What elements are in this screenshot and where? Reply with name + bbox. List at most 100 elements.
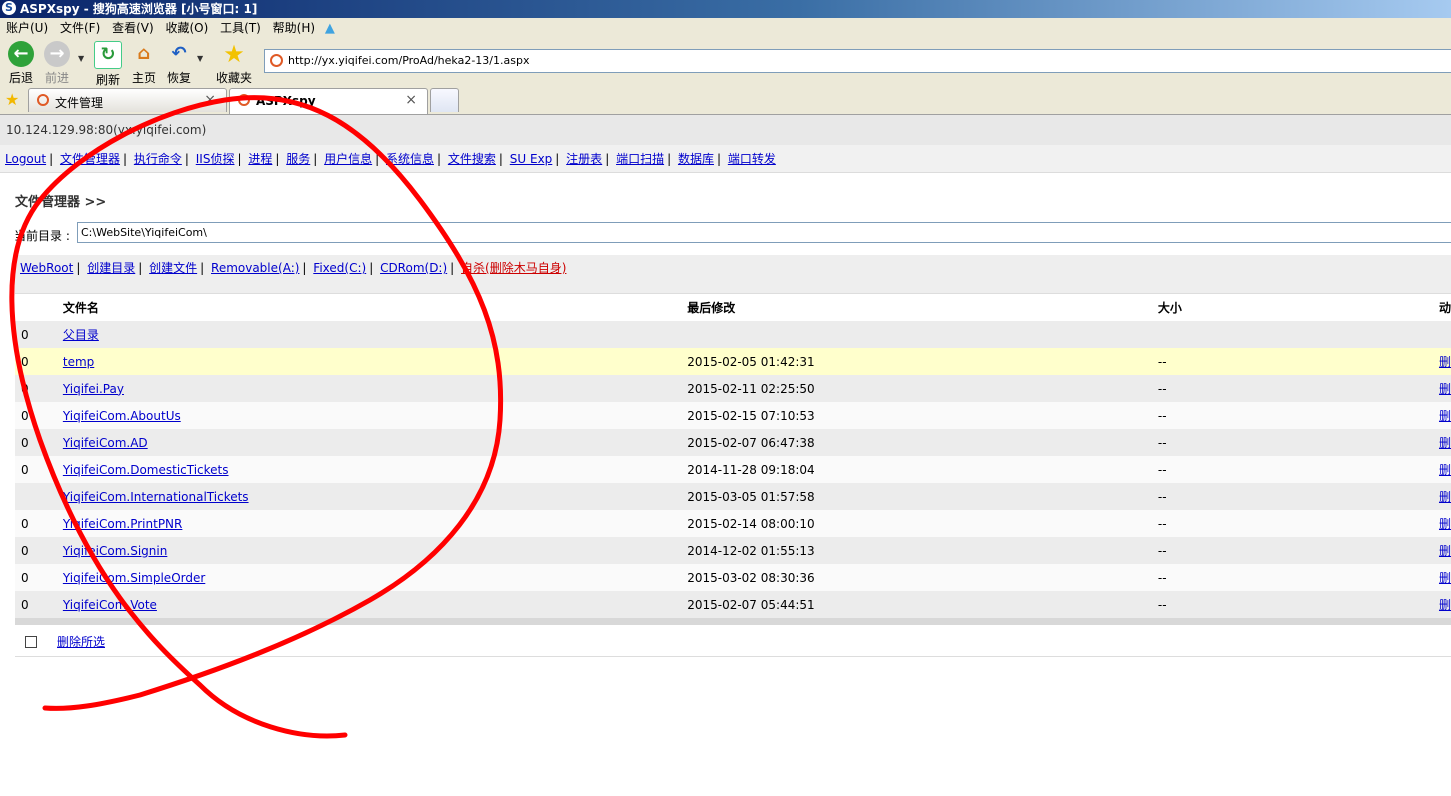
current-dir-label: 当前目录 :: [14, 229, 70, 243]
folder-link[interactable]: YiqifeiCom.AD: [63, 436, 148, 450]
menu-favorites[interactable]: 收藏(O): [166, 18, 209, 39]
row-delete-link[interactable]: 删: [1439, 571, 1451, 585]
window-titlebar: S ASPXspy - 搜狗高速浏览器 [小号窗口: 1]: [0, 0, 1451, 18]
row-delete-link[interactable]: 删: [1439, 382, 1451, 396]
nav-portforward[interactable]: 端口转发: [728, 152, 776, 166]
nav-process[interactable]: 进程: [248, 152, 272, 166]
create-dir-link[interactable]: 创建目录: [87, 261, 135, 275]
page-content: 10.124.129.98:80(yx.yiqifei.com) Logout |…: [0, 115, 1451, 796]
home-icon: ⌂: [137, 43, 151, 64]
tab-favicon-icon: [238, 94, 250, 106]
tab-favicon-icon: [37, 94, 49, 106]
nav-suexp[interactable]: SU Exp: [510, 152, 553, 166]
nav-registry[interactable]: 注册表: [566, 152, 602, 166]
restore-dropdown-icon[interactable]: ▼: [197, 54, 203, 63]
restore-button[interactable]: ↶ 恢复: [165, 41, 193, 86]
nav-userinfo[interactable]: 用户信息: [324, 152, 372, 166]
window-title: ASPXspy - 搜狗高速浏览器 [小号窗口: 1]: [20, 2, 258, 16]
row-delete-link[interactable]: 删: [1439, 517, 1451, 531]
row-delete-link[interactable]: 删: [1439, 544, 1451, 558]
menu-bar: 账户(U) 文件(F) 查看(V) 收藏(O) 工具(T) 帮助(H) ▲: [0, 18, 1451, 39]
row-modified: 2014-11-28 09:18:04: [687, 456, 1158, 483]
folder-link[interactable]: YiqifeiCom.InternationalTickets: [63, 490, 249, 504]
row-modified: 2015-02-07 05:44:51: [687, 591, 1158, 618]
table-row: 0 YiqifeiCom.PrintPNR 2015-02-14 08:00:1…: [15, 510, 1451, 537]
parent-dir-link[interactable]: 父目录: [63, 328, 99, 342]
nav-database[interactable]: 数据库: [678, 152, 714, 166]
header-size: 大小: [1157, 293, 1439, 321]
menu-tools[interactable]: 工具(T): [220, 18, 261, 39]
history-dropdown-icon[interactable]: ▼: [78, 54, 84, 63]
row-index: 0: [15, 348, 63, 375]
folder-link[interactable]: temp: [63, 355, 94, 369]
tab-close-icon[interactable]: ×: [204, 92, 216, 108]
back-button[interactable]: ← 后退: [6, 41, 36, 86]
menu-view[interactable]: 查看(V): [112, 18, 154, 39]
file-table: 文件名 最后修改 大小 动 0 父目录 0 temp 2015-02-05 01…: [15, 293, 1451, 625]
tab-file-manager[interactable]: 文件管理 ×: [28, 88, 227, 112]
forward-label: 前进: [44, 71, 69, 85]
favorites-button[interactable]: ★ 收藏夹: [214, 41, 254, 86]
row-index: 0: [15, 375, 63, 402]
drive-a[interactable]: Removable(A:): [211, 261, 299, 275]
row-modified: 2015-03-05 01:57:58: [687, 483, 1158, 510]
nav-portscan[interactable]: 端口扫描: [616, 152, 664, 166]
select-all-checkbox[interactable]: [25, 636, 37, 648]
tab-bar: ★ 文件管理 × ASPXspy ×: [0, 87, 1451, 115]
row-modified: 2015-02-14 08:00:10: [687, 510, 1158, 537]
table-row: 0 YiqifeiCom.AD 2015-02-07 06:47:38 -- 删: [15, 429, 1451, 456]
skin-shirt-icon[interactable]: ▲: [325, 18, 335, 39]
address-bar[interactable]: http://yx.yiqifei.com/ProAd/heka2-13/1.a…: [264, 49, 1451, 73]
nav-logout[interactable]: Logout: [5, 152, 46, 166]
folder-link[interactable]: YiqifeiCom.PrintPNR: [63, 517, 183, 531]
drive-c[interactable]: Fixed(C:): [313, 261, 366, 275]
folder-link[interactable]: Yiqifei.Pay: [63, 382, 124, 396]
row-delete-link[interactable]: 删: [1439, 490, 1451, 504]
menu-help[interactable]: 帮助(H): [273, 18, 315, 39]
main-nav: Logout | 文件管理器 | 执行命令 | IIS侦探 | 进程 | 服务 | 用户信息…: [0, 145, 1451, 173]
tab-close-icon[interactable]: ×: [405, 92, 417, 108]
row-modified: 2015-02-07 06:47:38: [687, 429, 1158, 456]
menu-account[interactable]: 账户(U): [6, 18, 48, 39]
row-index: 0: [15, 456, 63, 483]
folder-link[interactable]: YiqifeiCom.AboutUs: [63, 409, 181, 423]
nav-file-manager[interactable]: 文件管理器: [60, 152, 120, 166]
back-arrow-icon: ←: [8, 41, 34, 67]
drive-d[interactable]: CDRom(D:): [380, 261, 447, 275]
self-delete-link[interactable]: 自杀(删除木马自身): [461, 261, 566, 275]
folder-link[interactable]: YiqifeiCom.SimpleOrder: [63, 571, 205, 585]
row-delete-link[interactable]: 删: [1439, 355, 1451, 369]
folder-link[interactable]: YiqifeiCom.Signin: [63, 544, 167, 558]
nav-filesearch[interactable]: 文件搜索: [448, 152, 496, 166]
table-row: 0 YiqifeiCom.Signin 2014-12-02 01:55:13 …: [15, 537, 1451, 564]
bulk-actions: 删除所选: [15, 624, 1451, 657]
nav-cmd[interactable]: 执行命令: [134, 152, 182, 166]
row-size: --: [1157, 537, 1439, 564]
drive-webroot[interactable]: WebRoot: [20, 261, 73, 275]
row-delete-link[interactable]: 删: [1439, 436, 1451, 450]
folder-link[interactable]: YiqifeiCom.DomesticTickets: [63, 463, 229, 477]
row-modified: 2015-02-05 01:42:31: [687, 348, 1158, 375]
tab-aspxspy[interactable]: ASPXspy ×: [229, 88, 428, 114]
home-button[interactable]: ⌂ 主页: [130, 41, 158, 86]
refresh-button[interactable]: ↻ 刷新: [94, 41, 122, 88]
favorites-star-icon[interactable]: ★: [5, 90, 19, 109]
new-tab-button[interactable]: [430, 88, 459, 112]
drive-bar: WebRoot | 创建目录 | 创建文件 | Removable(A:) | Fixe…: [15, 255, 1451, 293]
folder-link[interactable]: YiqifeiCom.Vote: [63, 598, 157, 612]
row-size: --: [1157, 483, 1439, 510]
row-delete-link[interactable]: 删: [1439, 409, 1451, 423]
row-delete-link[interactable]: 删: [1439, 598, 1451, 612]
row-index: 0: [15, 537, 63, 564]
nav-sysinfo[interactable]: 系统信息: [386, 152, 434, 166]
row-index: 0: [15, 429, 63, 456]
forward-button[interactable]: → 前进: [42, 41, 72, 86]
current-dir-input[interactable]: C:\WebSite\YiqifeiCom\: [77, 222, 1451, 243]
nav-iis[interactable]: IIS侦探: [196, 152, 235, 166]
delete-selected-link[interactable]: 删除所选: [57, 633, 105, 650]
menu-file[interactable]: 文件(F): [60, 18, 100, 39]
nav-services[interactable]: 服务: [286, 152, 310, 166]
row-delete-link[interactable]: 删: [1439, 463, 1451, 477]
address-url[interactable]: http://yx.yiqifei.com/ProAd/heka2-13/1.a…: [288, 54, 529, 67]
create-file-link[interactable]: 创建文件: [149, 261, 197, 275]
